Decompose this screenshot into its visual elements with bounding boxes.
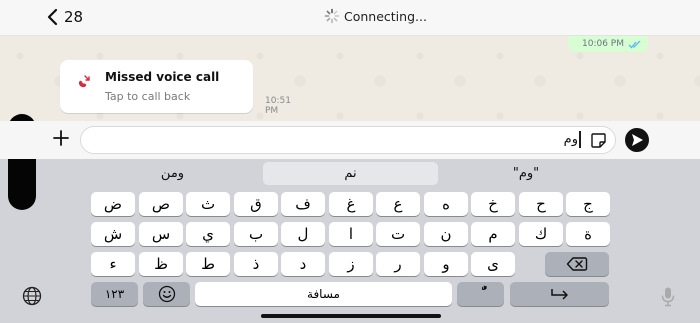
composer-bar: وم <box>0 121 700 159</box>
connection-status: Connecting... <box>324 8 427 24</box>
chat-area: 10:06 PM Missed voice call Tap to call b… <box>0 36 700 121</box>
globe-icon[interactable] <box>22 286 42 306</box>
send-icon <box>632 134 643 146</box>
missed-call-subtitle: Tap to call back <box>105 90 191 103</box>
key[interactable]: ز <box>329 252 373 276</box>
key[interactable]: ء <box>91 252 135 276</box>
key[interactable]: ص <box>139 192 183 216</box>
back-button[interactable]: 28 <box>46 5 83 29</box>
chat-header: 28 Connecting... <box>0 0 700 36</box>
key[interactable]: ط <box>186 252 230 276</box>
suggestion-item-selected[interactable]: نم <box>263 162 438 185</box>
key[interactable]: ح <box>519 192 563 216</box>
missed-call-bubble[interactable]: Missed voice call Tap to call back 10:51… <box>60 60 291 116</box>
missed-call-icon <box>78 75 90 88</box>
backspace-key[interactable] <box>545 252 609 276</box>
message-input-text: وم <box>564 131 581 148</box>
suggestion-item[interactable]: "وم" <box>438 162 614 185</box>
microphone-icon[interactable] <box>660 286 676 308</box>
return-key[interactable] <box>510 282 609 306</box>
unread-count: 28 <box>64 8 84 26</box>
key[interactable]: ع <box>376 192 420 216</box>
emoji-key[interactable] <box>143 282 190 306</box>
status-text: Connecting... <box>344 8 427 24</box>
send-button[interactable] <box>625 128 649 152</box>
key[interactable]: ذ <box>234 252 278 276</box>
return-icon <box>550 289 568 300</box>
key[interactable]: ظ <box>139 252 183 276</box>
key[interactable]: ه <box>424 192 468 216</box>
key[interactable]: ر <box>376 252 420 276</box>
key[interactable]: غ <box>329 192 373 216</box>
home-indicator <box>261 314 441 318</box>
key[interactable]: ي <box>186 222 230 246</box>
key[interactable]: ث <box>186 192 230 216</box>
suggestion-item[interactable]: ومن <box>82 162 263 185</box>
key[interactable]: ج <box>566 192 610 216</box>
key[interactable]: ت <box>376 222 420 246</box>
key[interactable]: ب <box>234 222 278 246</box>
double-check-icon <box>628 40 641 48</box>
key[interactable]: م <box>471 222 515 246</box>
spinner-icon <box>324 8 340 24</box>
key[interactable]: ق <box>234 192 278 216</box>
key[interactable]: ى <box>471 252 515 276</box>
numbers-key[interactable]: ١٢٣ <box>91 282 138 306</box>
emoji-icon <box>158 285 175 303</box>
message-time: 10:06 PM <box>582 39 624 49</box>
backspace-icon <box>566 257 588 271</box>
sticker-icon[interactable] <box>590 132 607 149</box>
key[interactable]: ك <box>519 222 563 246</box>
key[interactable]: ش <box>91 222 135 246</box>
missed-call-time: 10:51 PM <box>265 96 291 116</box>
chevron-left-icon <box>47 8 58 26</box>
key[interactable]: خ <box>471 192 515 216</box>
key[interactable]: ل <box>281 222 325 246</box>
key[interactable]: د <box>281 252 325 276</box>
key[interactable]: ا <box>329 222 373 246</box>
space-key[interactable]: مسافة <box>195 282 452 306</box>
key[interactable]: س <box>139 222 183 246</box>
diacritic-key[interactable]: ٌّ <box>457 282 504 306</box>
key[interactable]: ف <box>281 192 325 216</box>
outgoing-message[interactable]: 10:06 PM <box>568 36 648 52</box>
key[interactable]: ن <box>424 222 468 246</box>
key[interactable]: ة <box>566 222 610 246</box>
plus-icon[interactable] <box>51 128 71 148</box>
key[interactable]: و <box>424 252 468 276</box>
missed-call-title: Missed voice call <box>105 70 220 84</box>
message-input[interactable]: وم <box>80 126 616 154</box>
suggestion-bar: ومن نم "وم" <box>82 162 614 186</box>
key[interactable]: ض <box>91 192 135 216</box>
